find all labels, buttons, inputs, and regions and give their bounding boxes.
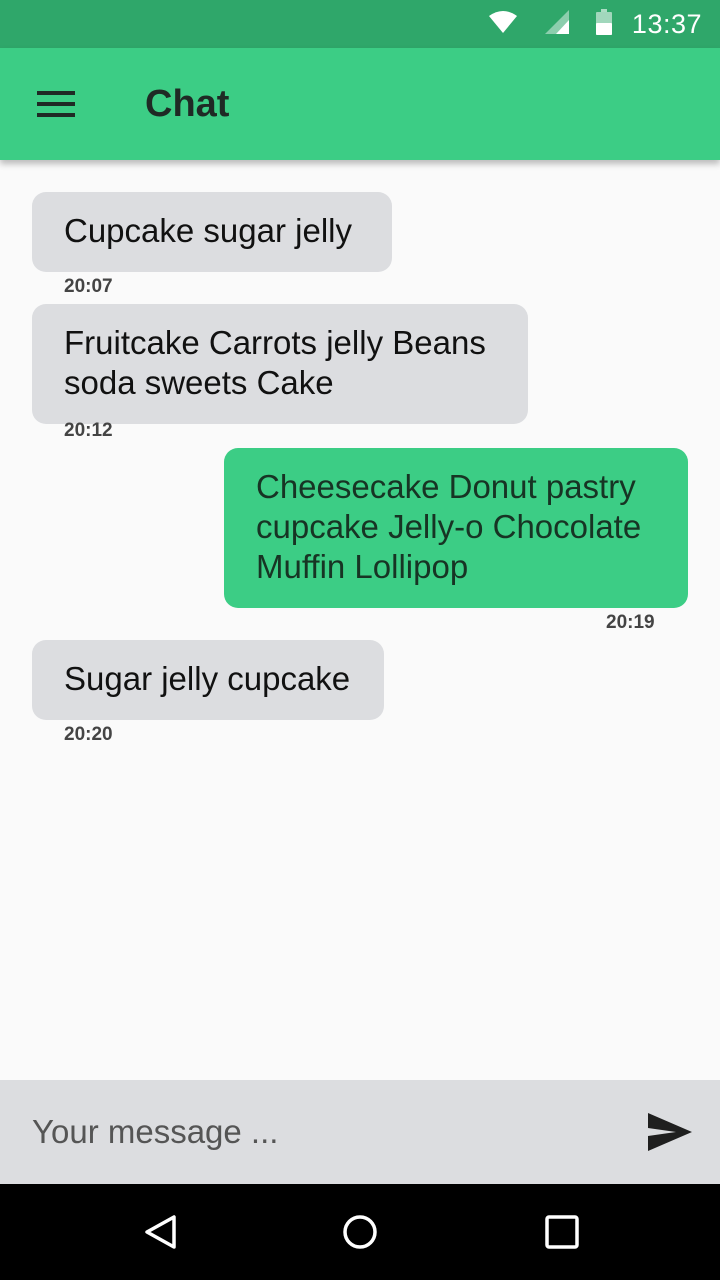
navigation-bar xyxy=(0,1184,720,1280)
message-bubble[interactable]: Sugar jelly cupcake xyxy=(32,640,384,720)
message-bubble[interactable]: Cheesecake Donut pastry cupcake Jelly-o … xyxy=(224,448,688,608)
back-icon[interactable] xyxy=(112,1184,208,1280)
message-list[interactable]: Cupcake sugar jelly 20:07 Fruitcake Carr… xyxy=(0,160,720,1080)
battery-icon xyxy=(595,8,612,40)
message-timestamp: 20:20 xyxy=(64,724,113,745)
message-bubble[interactable]: Cupcake sugar jelly xyxy=(32,192,392,272)
message-timestamp: 20:19 xyxy=(606,612,655,633)
message-timestamp: 20:07 xyxy=(64,276,113,297)
message-incoming: Fruitcake Carrots jelly Beans soda sweet… xyxy=(32,304,528,424)
composer xyxy=(0,1080,720,1184)
message-input[interactable] xyxy=(0,1080,620,1184)
message-incoming: Sugar jelly cupcake xyxy=(32,640,384,720)
hamburger-menu-icon[interactable] xyxy=(0,48,112,160)
message-timestamp: 20:12 xyxy=(64,420,113,441)
cell-signal-icon xyxy=(544,9,570,40)
page-title: Chat xyxy=(145,82,230,125)
message-bubble[interactable]: Fruitcake Carrots jelly Beans soda sweet… xyxy=(32,304,528,424)
wifi-icon xyxy=(488,10,518,39)
send-icon[interactable] xyxy=(620,1080,720,1184)
home-icon[interactable] xyxy=(312,1184,408,1280)
recents-icon[interactable] xyxy=(514,1184,610,1280)
message-outgoing: Cheesecake Donut pastry cupcake Jelly-o … xyxy=(224,448,688,608)
clock: 13:37 xyxy=(631,8,702,39)
app-bar: Chat xyxy=(0,48,720,160)
status-bar: 13:37 xyxy=(0,0,720,48)
message-incoming: Cupcake sugar jelly xyxy=(32,192,392,272)
